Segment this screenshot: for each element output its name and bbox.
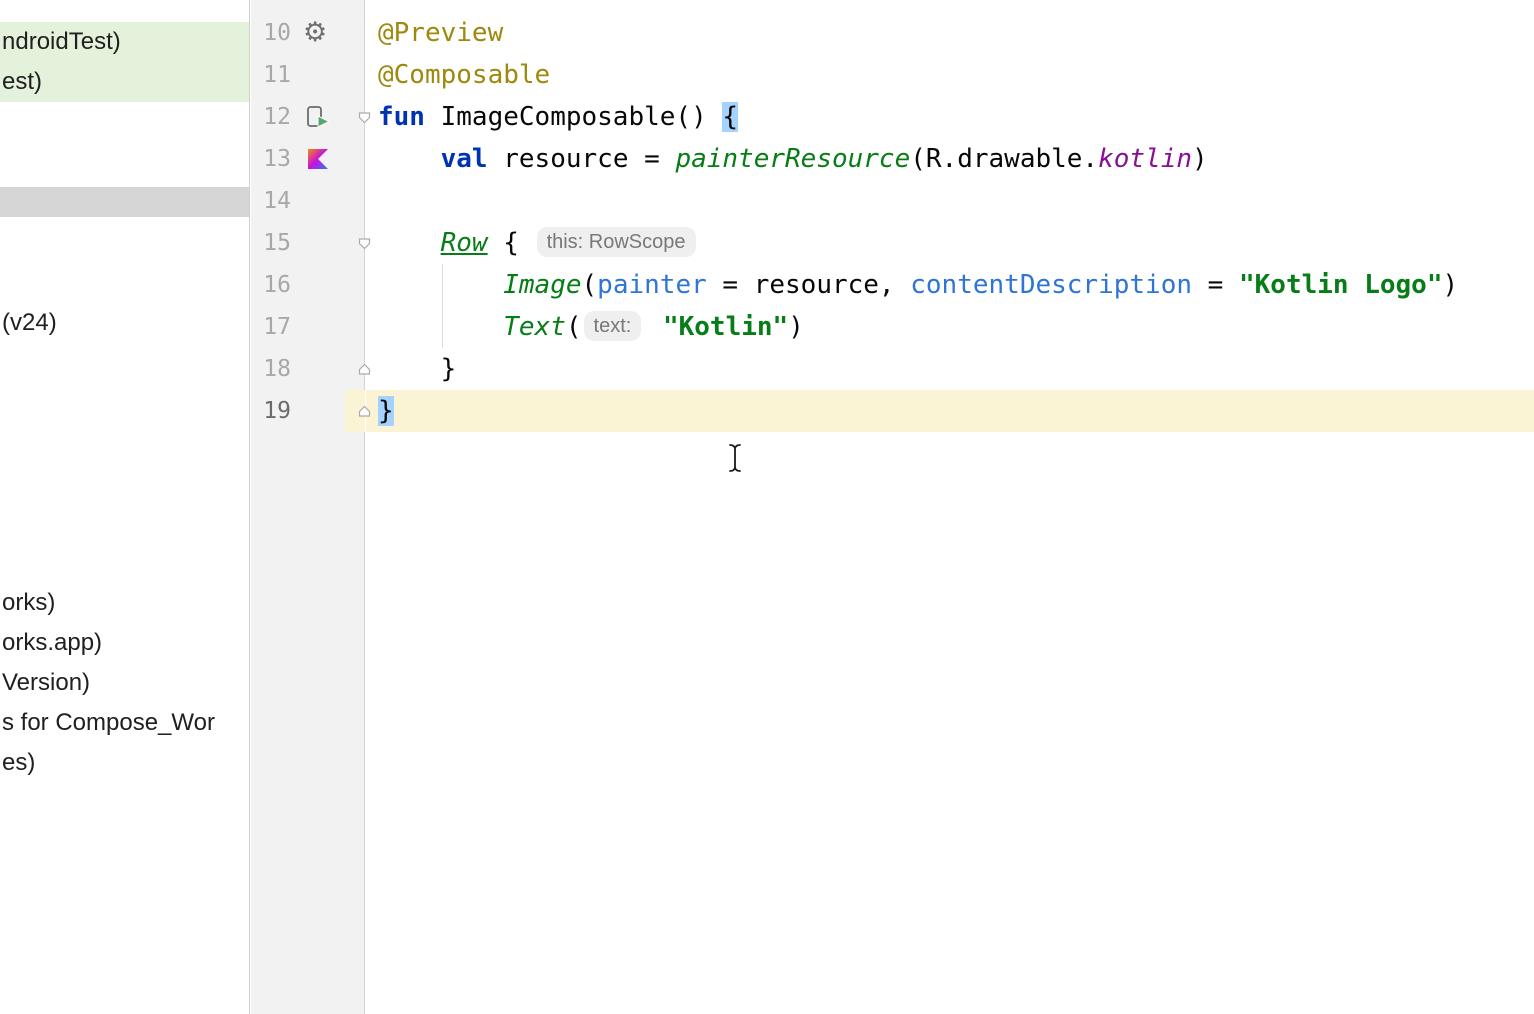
fold-end-icon[interactable] [356, 403, 373, 420]
line-number-18[interactable]: 18 [251, 348, 291, 390]
code-token: ImageComposable() [425, 102, 722, 132]
tree-item[interactable]: Version) [2, 668, 90, 698]
ide-window: ndroidTest) est) (v24) orks) orks.app) V… [0, 0, 1534, 1014]
preview-settings-gear-icon[interactable]: ⚙ [303, 13, 327, 53]
code-token [647, 312, 663, 342]
code-token: @Composable [378, 60, 550, 90]
line-number-12[interactable]: 12 [251, 96, 291, 138]
tree-item[interactable]: (v24) [2, 308, 57, 338]
editor-gutter: 10111213141516171819 ⚙ [251, 0, 365, 1014]
code-line-15[interactable]: Row { this: RowScope [366, 222, 1534, 264]
line-number-16[interactable]: 16 [251, 264, 291, 306]
line-number-13[interactable]: 13 [251, 138, 291, 180]
code-token: (R.drawable. [910, 144, 1098, 174]
code-line-18[interactable]: } [366, 348, 1534, 390]
inlay-hint[interactable]: this: RowScope [537, 227, 696, 257]
code-token [378, 144, 441, 174]
line-number-17[interactable]: 17 [251, 306, 291, 348]
tree-item-label: ndroidTest) [0, 28, 121, 56]
code-token: resource = [488, 144, 676, 174]
code-line-11[interactable]: @Composable [366, 54, 1534, 96]
fold-collapse-icon[interactable] [356, 109, 373, 126]
inlay-hint[interactable]: text: [584, 311, 642, 341]
line-number-15[interactable]: 15 [251, 222, 291, 264]
code-token: painterResource [675, 144, 910, 174]
code-area: @Preview @Composable fun ImageComposable()… [366, 12, 1534, 432]
code-token: = [1192, 270, 1239, 300]
code-token: } [378, 354, 456, 384]
tree-item-test[interactable]: est) [0, 62, 249, 102]
code-line-17[interactable]: Text(text: "Kotlin") [366, 306, 1534, 348]
kotlin-logo-icon[interactable] [306, 147, 330, 171]
code-token: ) [788, 312, 804, 342]
tree-item[interactable]: orks.app) [2, 628, 102, 658]
code-token: Image [503, 270, 581, 300]
project-tree-panel: ndroidTest) est) (v24) orks) orks.app) V… [0, 0, 250, 1014]
tree-item[interactable]: orks) [2, 588, 55, 618]
run-preview-icon[interactable] [305, 104, 331, 130]
code-line-10[interactable]: @Preview [366, 12, 1534, 54]
line-number-19[interactable]: 19 [251, 390, 291, 432]
code-token: { [488, 228, 535, 258]
code-token: contentDescription [910, 270, 1192, 300]
line-number-10[interactable]: 10 [251, 12, 291, 54]
code-token: ( [582, 270, 598, 300]
tree-item-selected[interactable] [0, 187, 249, 217]
code-token [378, 270, 503, 300]
code-token: "Kotlin Logo" [1239, 270, 1443, 300]
code-token: Row [441, 228, 488, 258]
code-editor[interactable]: @Preview @Composable fun ImageComposable()… [366, 0, 1534, 1014]
code-line-14[interactable] [366, 180, 1534, 222]
line-number-14[interactable]: 14 [251, 180, 291, 222]
code-token: ) [1192, 144, 1208, 174]
code-line-19[interactable]: } [366, 390, 1534, 432]
code-token: @Preview [378, 18, 503, 48]
code-token: = resource, [707, 270, 911, 300]
code-token: painter [597, 270, 707, 300]
code-token: val [441, 144, 488, 174]
tree-item-label: est) [0, 68, 42, 96]
code-token: kotlin [1098, 144, 1192, 174]
code-token: fun [378, 102, 425, 132]
tree-item[interactable]: es) [2, 748, 35, 778]
code-line-13[interactable]: val resource = painterResource(R.drawabl… [366, 138, 1534, 180]
code-token: Text [503, 312, 566, 342]
code-token [378, 312, 503, 342]
code-line-16[interactable]: Image(painter = resource, contentDescrip… [366, 264, 1534, 306]
mouse-ibeam-cursor [726, 443, 744, 473]
tree-item[interactable]: s for Compose_Wor [2, 708, 215, 738]
line-number-column: 10111213141516171819 [251, 12, 297, 432]
fold-end-icon[interactable] [356, 361, 373, 378]
code-token: { [722, 102, 738, 132]
code-line-12[interactable]: fun ImageComposable() { [366, 96, 1534, 138]
tree-item-androidtest[interactable]: ndroidTest) [0, 22, 249, 62]
line-number-11[interactable]: 11 [251, 54, 291, 96]
fold-collapse-icon[interactable] [356, 235, 373, 252]
code-token: } [378, 396, 394, 426]
code-token: "Kotlin" [663, 312, 788, 342]
code-token [378, 228, 441, 258]
code-token: ( [566, 312, 582, 342]
code-token: ) [1442, 270, 1458, 300]
